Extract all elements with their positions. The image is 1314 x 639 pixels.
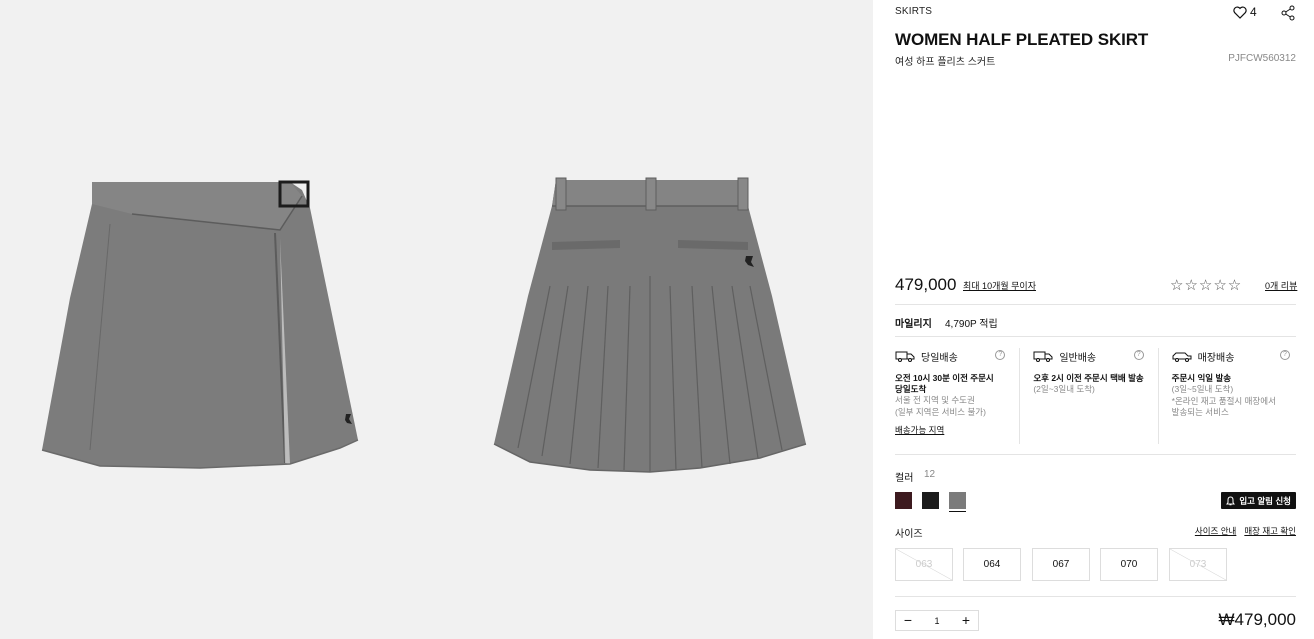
- size-option-064[interactable]: 064: [963, 548, 1021, 581]
- review-count-link[interactable]: 0개 리뷰: [1265, 279, 1297, 292]
- delivery-options: 당일배송 ? 오전 10시 30분 이전 주문시 당일도착 서울 전 지역 및 …: [895, 348, 1296, 444]
- delivery-note: (2일~3일내 도착): [1033, 384, 1095, 394]
- restock-notify-button[interactable]: 입고 알림 신청: [1221, 492, 1296, 509]
- product-code: PJFCW560312: [1228, 53, 1296, 64]
- size-option-063[interactable]: 063: [895, 548, 953, 581]
- wishlist-count: 4: [1250, 5, 1257, 19]
- product-title: WOMEN HALF PLEATED SKIRT: [895, 30, 1149, 49]
- delivery-title: 오후 2시 이전 주문시 택배 발송: [1033, 373, 1144, 383]
- mileage-value: 4,790P 적립: [945, 319, 998, 330]
- heart-icon: [1233, 5, 1247, 19]
- divider: [895, 304, 1296, 305]
- restock-notify-label: 입고 알림 신청: [1239, 495, 1291, 506]
- product-subtitle: 여성 하프 플리츠 스커트: [895, 57, 996, 68]
- divider: [895, 596, 1296, 597]
- color-label: 컬러: [895, 473, 914, 484]
- size-links: 사이즈 안내 매장 재고 확인: [1195, 525, 1296, 537]
- quantity-stepper: − 1 +: [895, 610, 979, 631]
- delivery-name: 일반배송: [1059, 352, 1097, 364]
- mileage-label: 마일리지: [895, 319, 932, 330]
- wishlist-button[interactable]: 4: [1233, 5, 1257, 19]
- delivery-title: 주문시 익일 발송: [1171, 373, 1232, 383]
- product-gallery: [0, 0, 873, 639]
- size-option-070[interactable]: 070: [1100, 548, 1158, 581]
- total-price: ₩479,000: [1218, 610, 1297, 629]
- delivery-note: (일부 지역은 서비스 불가): [895, 406, 986, 417]
- color-count: 12: [924, 469, 936, 480]
- size-option-073[interactable]: 073: [1169, 548, 1227, 581]
- delivery-option-same-day: 당일배송 ? 오전 10시 30분 이전 주문시 당일도착 서울 전 지역 및 …: [895, 348, 1021, 444]
- color-swatch-black[interactable]: [922, 492, 939, 509]
- color-swatch-burgundy[interactable]: [895, 492, 912, 509]
- product-info-panel: SKIRTS 4 WOMEN HALF PLEATED SKIRT 여성 하프 …: [873, 0, 1314, 639]
- store-stock-link[interactable]: 매장 재고 확인: [1244, 525, 1296, 537]
- delivery-option-store: 매장배송 ? 주문시 익일 발송 (3일~5일내 도착) *온라인 재고 품절시…: [1172, 348, 1296, 444]
- quantity-value[interactable]: 1: [920, 616, 954, 626]
- delivery-option-standard: 일반배송 ? 오후 2시 이전 주문시 택배 발송 (2일~3일내 도착): [1033, 348, 1159, 444]
- truck-icon: [1033, 351, 1053, 362]
- delivery-note: 서울 전 지역 및 수도권: [895, 395, 975, 405]
- color-swatch-gray[interactable]: [949, 492, 966, 512]
- bell-icon: [1226, 495, 1236, 505]
- delivery-note: *온라인 재고 품절시 매장에서: [1171, 395, 1276, 406]
- share-icon: [1281, 5, 1295, 21]
- share-button[interactable]: [1281, 5, 1297, 21]
- divider: [895, 336, 1296, 337]
- product-price: 479,000: [895, 275, 957, 294]
- product-image-back[interactable]: [490, 176, 810, 476]
- size-label: 사이즈: [895, 529, 923, 540]
- delivery-note: (3일~5일내 도착): [1171, 384, 1234, 394]
- truck-icon: [895, 351, 915, 362]
- help-icon[interactable]: ?: [1279, 350, 1290, 360]
- delivery-area-link[interactable]: 배송가능 지역: [895, 424, 944, 436]
- quantity-increase-button[interactable]: +: [954, 611, 978, 630]
- category-label[interactable]: SKIRTS: [895, 6, 932, 17]
- divider: [895, 454, 1296, 455]
- size-guide-link[interactable]: 사이즈 안내: [1195, 525, 1236, 537]
- delivery-title: 오전 10시 30분 이전 주문시 당일도착: [895, 373, 994, 394]
- rating-stars: ☆☆☆☆☆: [1170, 277, 1243, 294]
- size-option-067[interactable]: 067: [1032, 548, 1090, 581]
- delivery-name: 매장배송: [1197, 352, 1235, 364]
- car-icon: [1172, 352, 1192, 362]
- installment-link[interactable]: 최대 10개월 무이자: [963, 279, 1036, 292]
- product-image-front[interactable]: [40, 178, 362, 473]
- delivery-note: 발송되는 서비스: [1171, 407, 1229, 417]
- quantity-decrease-button[interactable]: −: [896, 611, 920, 630]
- delivery-name: 당일배송: [921, 352, 958, 364]
- help-icon[interactable]: ?: [1133, 350, 1144, 360]
